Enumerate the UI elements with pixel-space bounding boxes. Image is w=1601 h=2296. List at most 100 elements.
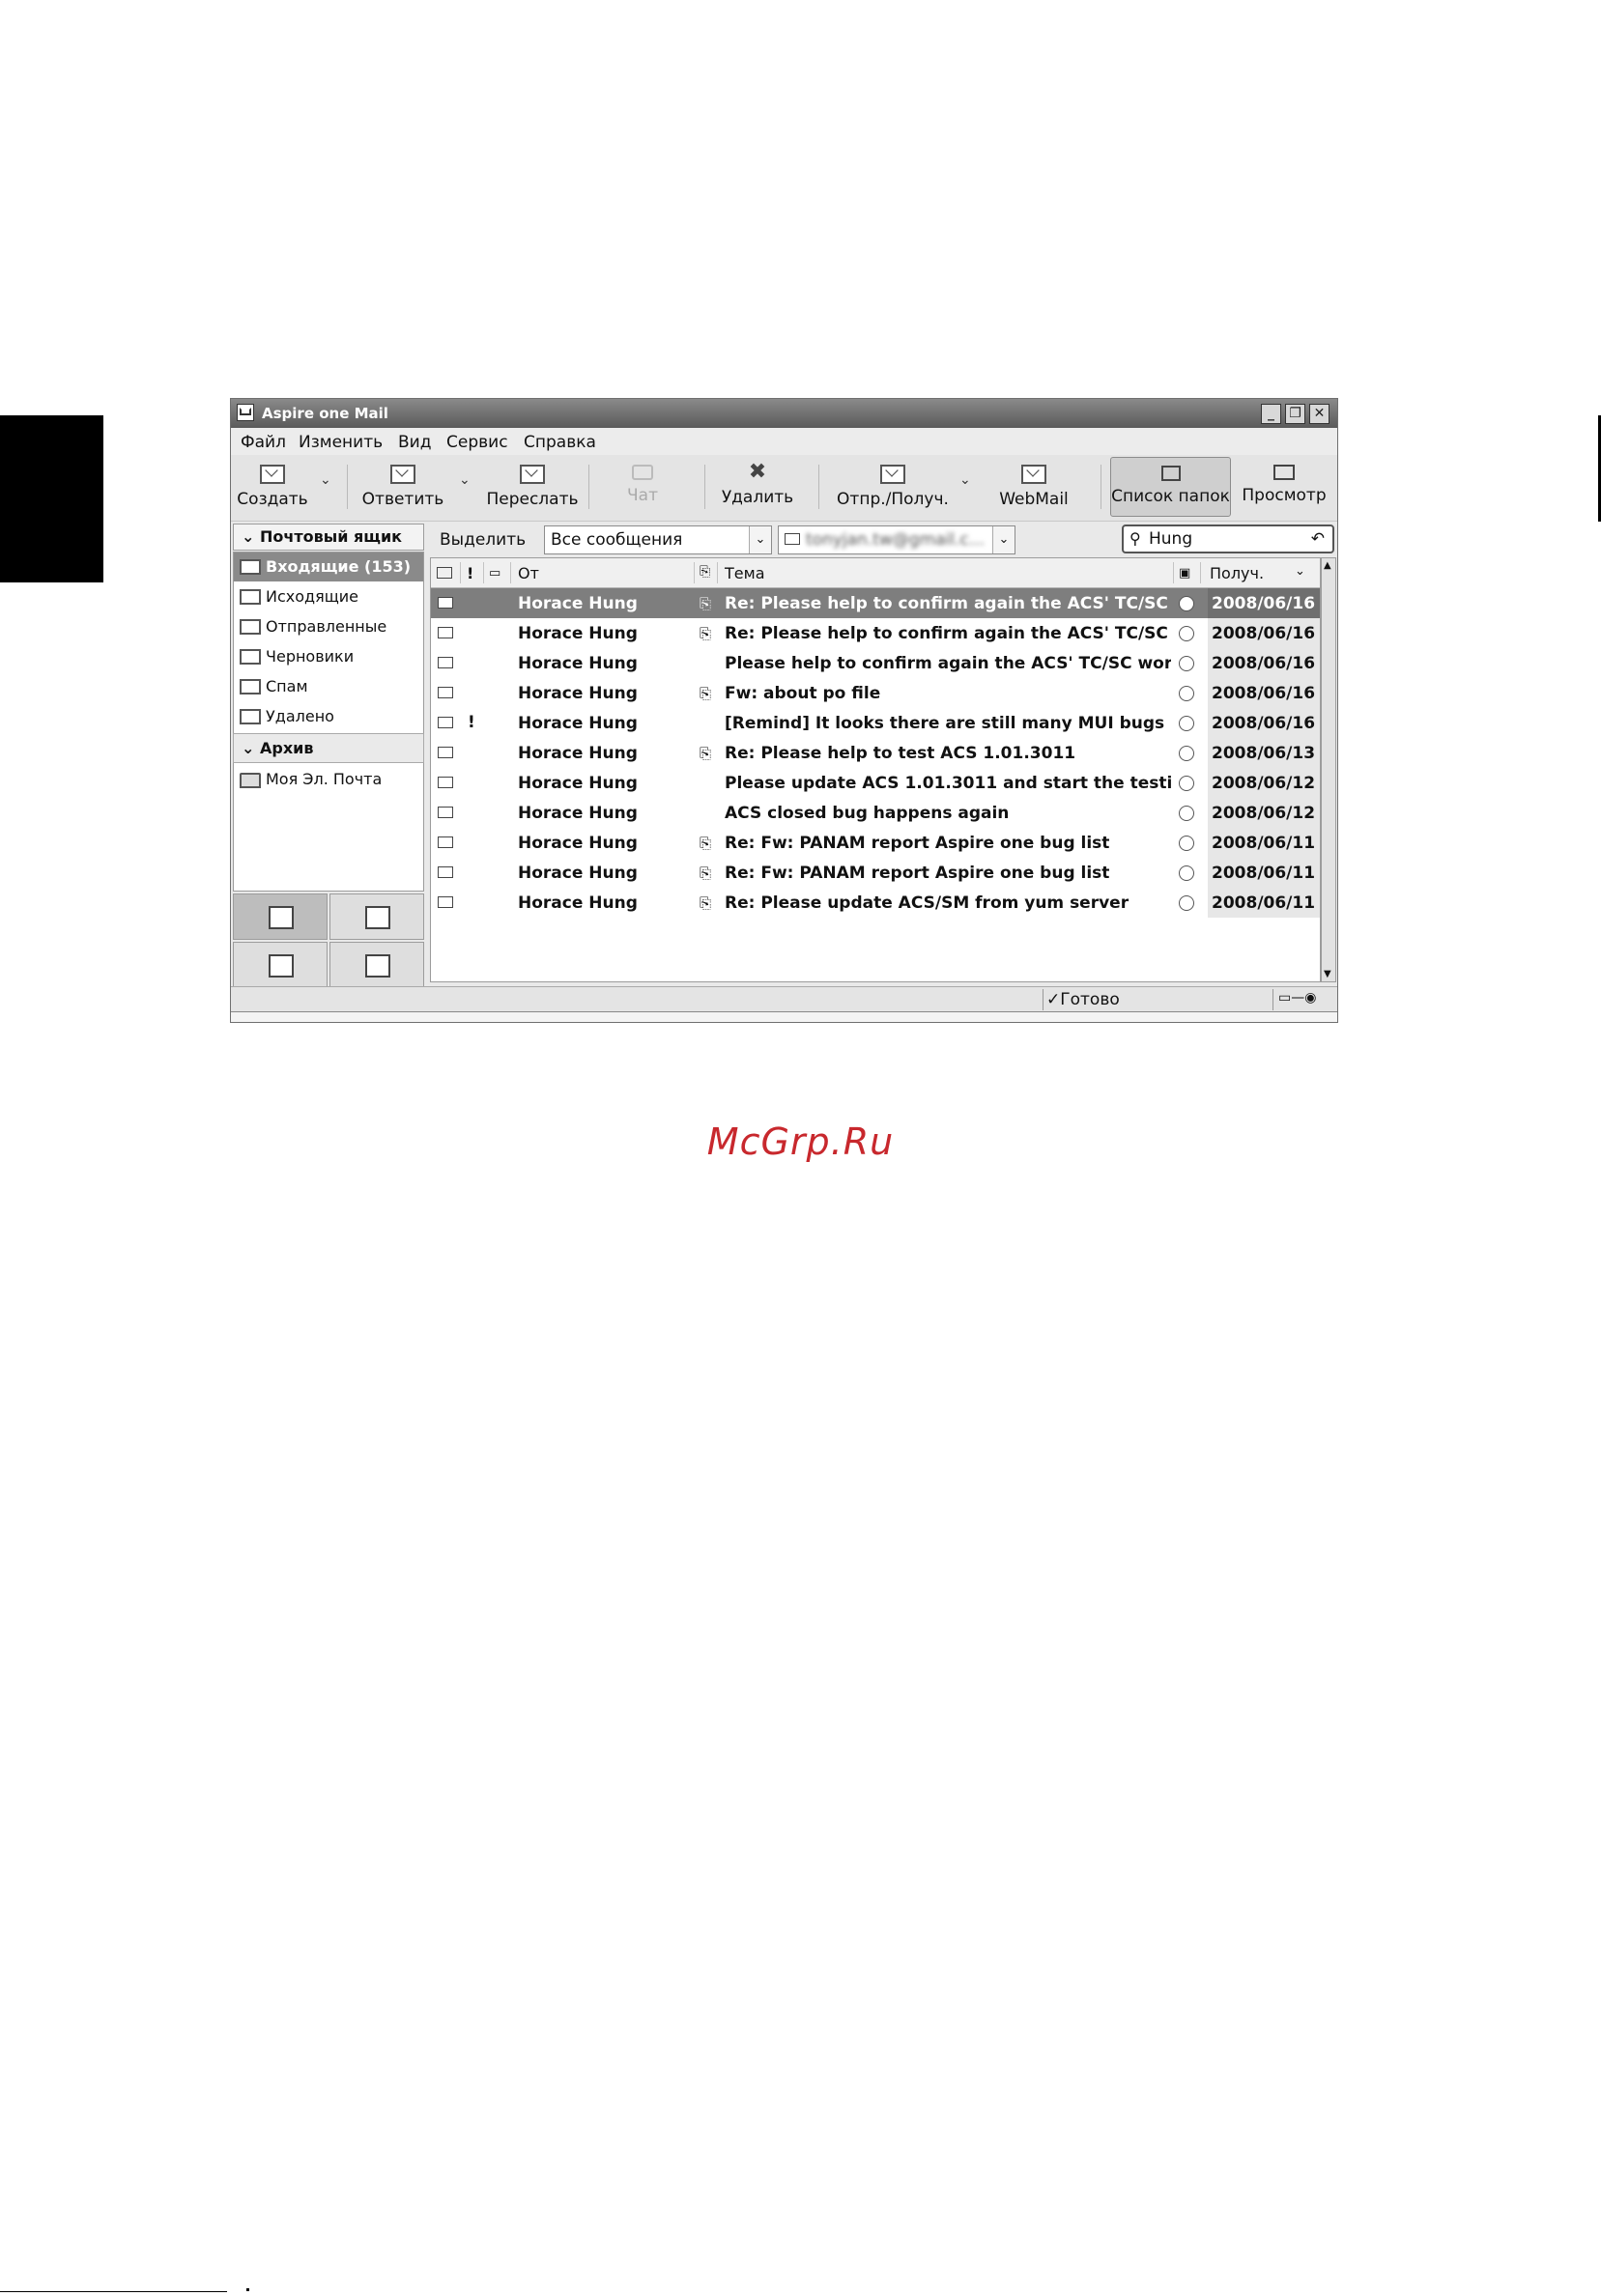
column-received[interactable]: Получ. — [1210, 564, 1264, 582]
menu-file[interactable]: Файл — [241, 433, 286, 452]
folder-drafts[interactable]: Черновики — [234, 642, 423, 671]
message-from: Horace Hung — [518, 804, 638, 823]
attachment-icon: ⎘ — [700, 894, 712, 912]
priority-column-icon[interactable]: ! — [467, 564, 473, 582]
search-input[interactable]: Hung — [1149, 526, 1192, 552]
drafts-icon — [240, 647, 261, 666]
folder-outbox[interactable]: Исходящие — [234, 582, 423, 611]
clear-search-icon[interactable]: ↶ — [1311, 526, 1325, 552]
message-row[interactable]: Horace Hung ⎘ Re: Please help to confirm a… — [431, 618, 1320, 648]
folder-tree: Входящие (153) Исходящие Отправленные Че… — [233, 552, 424, 892]
message-row[interactable]: Horace Hung ⎘ Re: Please help to confirm a… — [431, 588, 1320, 618]
menu-edit[interactable]: Изменить — [299, 433, 383, 452]
read-status-column-icon[interactable] — [437, 567, 452, 579]
attachment-icon: ⎘ — [700, 685, 712, 702]
message-from: Horace Hung — [518, 744, 638, 763]
status-column-icon[interactable]: ▣ — [1179, 566, 1190, 581]
minimize-button[interactable]: _ — [1261, 404, 1281, 424]
create-button[interactable]: Создать — [235, 457, 310, 517]
search-field[interactable]: ⚲ Hung ↶ — [1122, 524, 1334, 553]
column-subject[interactable]: Тема — [725, 564, 765, 582]
calendar-view-button[interactable] — [329, 942, 424, 988]
reply-dropdown-icon[interactable]: ⌄ — [459, 472, 471, 488]
mail-read-icon — [438, 896, 453, 908]
comment-column-icon[interactable]: ▭ — [489, 566, 500, 581]
chat-button[interactable]: Чат — [604, 457, 681, 517]
reply-button[interactable]: Ответить — [355, 457, 451, 517]
forward-button[interactable]: Переслать — [484, 457, 581, 517]
contacts-view-button[interactable] — [233, 942, 328, 988]
message-from: Horace Hung — [518, 834, 638, 853]
folder-inbox[interactable]: Входящие (153) — [234, 553, 423, 581]
message-row[interactable]: Horace Hung Please update ACS 1.01.3011 a… — [431, 768, 1320, 798]
message-row[interactable]: Horace Hung ⎘ Re: Fw: PANAM report Aspire … — [431, 828, 1320, 858]
menu-bar: Файл Изменить Вид Сервис Справка — [231, 428, 1337, 455]
mail-icon — [269, 906, 294, 929]
message-date: 2008/06/16 — [1212, 654, 1316, 673]
delete-icon: ✖ — [748, 460, 767, 484]
send-receive-button[interactable]: Отпр./Получ. — [830, 457, 956, 517]
archive-header[interactable]: ⌄ Архив — [233, 733, 424, 763]
message-row[interactable]: Horace Hung ⎘ Re: Fw: PANAM report Aspire … — [431, 858, 1320, 888]
preview-toggle[interactable]: Просмотр — [1236, 457, 1332, 517]
webmail-button[interactable]: WebMail — [990, 457, 1077, 517]
attachment-icon: ⎘ — [700, 835, 712, 852]
mail-read-icon — [438, 866, 453, 878]
message-status-icon — [1179, 686, 1194, 701]
message-row[interactable]: Horace Hung ACS closed bug happens again 2… — [431, 798, 1320, 828]
folder-list-icon — [1160, 466, 1181, 481]
message-filter-select[interactable]: Все сообщения ⌄ — [544, 525, 772, 554]
message-subject: Re: Fw: PANAM report Aspire one bug list — [725, 834, 1110, 853]
message-subject: Re: Please help to confirm again the ACS… — [725, 624, 1171, 643]
message-row[interactable]: Horace Hung ⎘ Re: Please help to test ACS … — [431, 738, 1320, 768]
scroll-down-icon[interactable]: ▼ — [1324, 969, 1331, 979]
message-status-icon — [1179, 776, 1194, 791]
mail-read-icon — [438, 597, 453, 609]
send-receive-dropdown-icon[interactable]: ⌄ — [959, 472, 971, 488]
folder-spam[interactable]: Спам — [234, 672, 423, 701]
sort-chevron-icon[interactable]: ⌄ — [1295, 564, 1305, 579]
page-footer-mark — [246, 2288, 249, 2291]
attachment-column-icon[interactable]: ⎘ — [700, 564, 710, 580]
message-subject: ACS closed bug happens again — [725, 804, 1010, 823]
scroll-up-icon[interactable]: ▲ — [1324, 560, 1331, 571]
folder-trash[interactable]: Удалено — [234, 702, 423, 731]
message-row[interactable]: Horace Hung Please help to confirm again … — [431, 648, 1320, 678]
send-receive-icon — [880, 465, 905, 484]
folder-list-toggle[interactable]: Список папок — [1110, 457, 1231, 517]
online-status-icon[interactable]: ▭—◉ — [1278, 990, 1316, 1006]
message-row[interactable]: Horace Hung ⎘ Re: Please update ACS/SM fro… — [431, 888, 1320, 918]
menu-view[interactable]: Вид — [398, 433, 431, 452]
mail-view-button[interactable] — [233, 893, 328, 940]
create-dropdown-icon[interactable]: ⌄ — [320, 472, 331, 488]
message-subject: Fw: about po file — [725, 684, 881, 703]
message-subject: [Remind] It looks there are still many M… — [725, 714, 1171, 733]
menu-help[interactable]: Справка — [524, 433, 596, 452]
folder-sent[interactable]: Отправленные — [234, 612, 423, 641]
webmail-icon — [1021, 465, 1046, 484]
account-select[interactable]: tonyjan.tw@gmail.c... ⌄ — [778, 525, 1015, 554]
column-from[interactable]: От — [518, 564, 539, 582]
message-row[interactable]: Horace Hung ⎘ Fw: about po file 2008/06/16 — [431, 678, 1320, 708]
vertical-scrollbar[interactable]: ▲ ▼ — [1321, 557, 1336, 982]
maximize-button[interactable]: ❐ — [1285, 404, 1305, 424]
attachment-icon: ⎘ — [700, 865, 712, 882]
message-from: Horace Hung — [518, 654, 638, 673]
menu-tools[interactable]: Сервис — [446, 433, 508, 452]
message-date: 2008/06/11 — [1212, 864, 1316, 883]
delete-button[interactable]: ✖ Удалить — [719, 457, 796, 517]
preview-icon — [1273, 465, 1295, 480]
message-from: Horace Hung — [518, 893, 638, 913]
forward-icon — [520, 465, 545, 484]
chevron-down-icon: ⌄ — [749, 526, 771, 553]
mail-window: Aspire one Mail _ ❐ ✕ Файл Изменить Вид … — [230, 398, 1338, 1023]
calendar-icon — [365, 954, 390, 978]
news-view-button[interactable] — [329, 893, 424, 940]
message-from: Horace Hung — [518, 714, 638, 733]
folder-my-mail[interactable]: Моя Эл. Почта — [234, 765, 423, 794]
message-status-icon — [1179, 895, 1194, 911]
message-row[interactable]: ! Horace Hung [Remind] It looks there are … — [431, 708, 1320, 738]
mailbox-header[interactable]: ⌄ Почтовый ящик — [233, 524, 424, 551]
close-button[interactable]: ✕ — [1309, 404, 1329, 424]
watermark: McGrp.Ru — [706, 1120, 895, 1163]
